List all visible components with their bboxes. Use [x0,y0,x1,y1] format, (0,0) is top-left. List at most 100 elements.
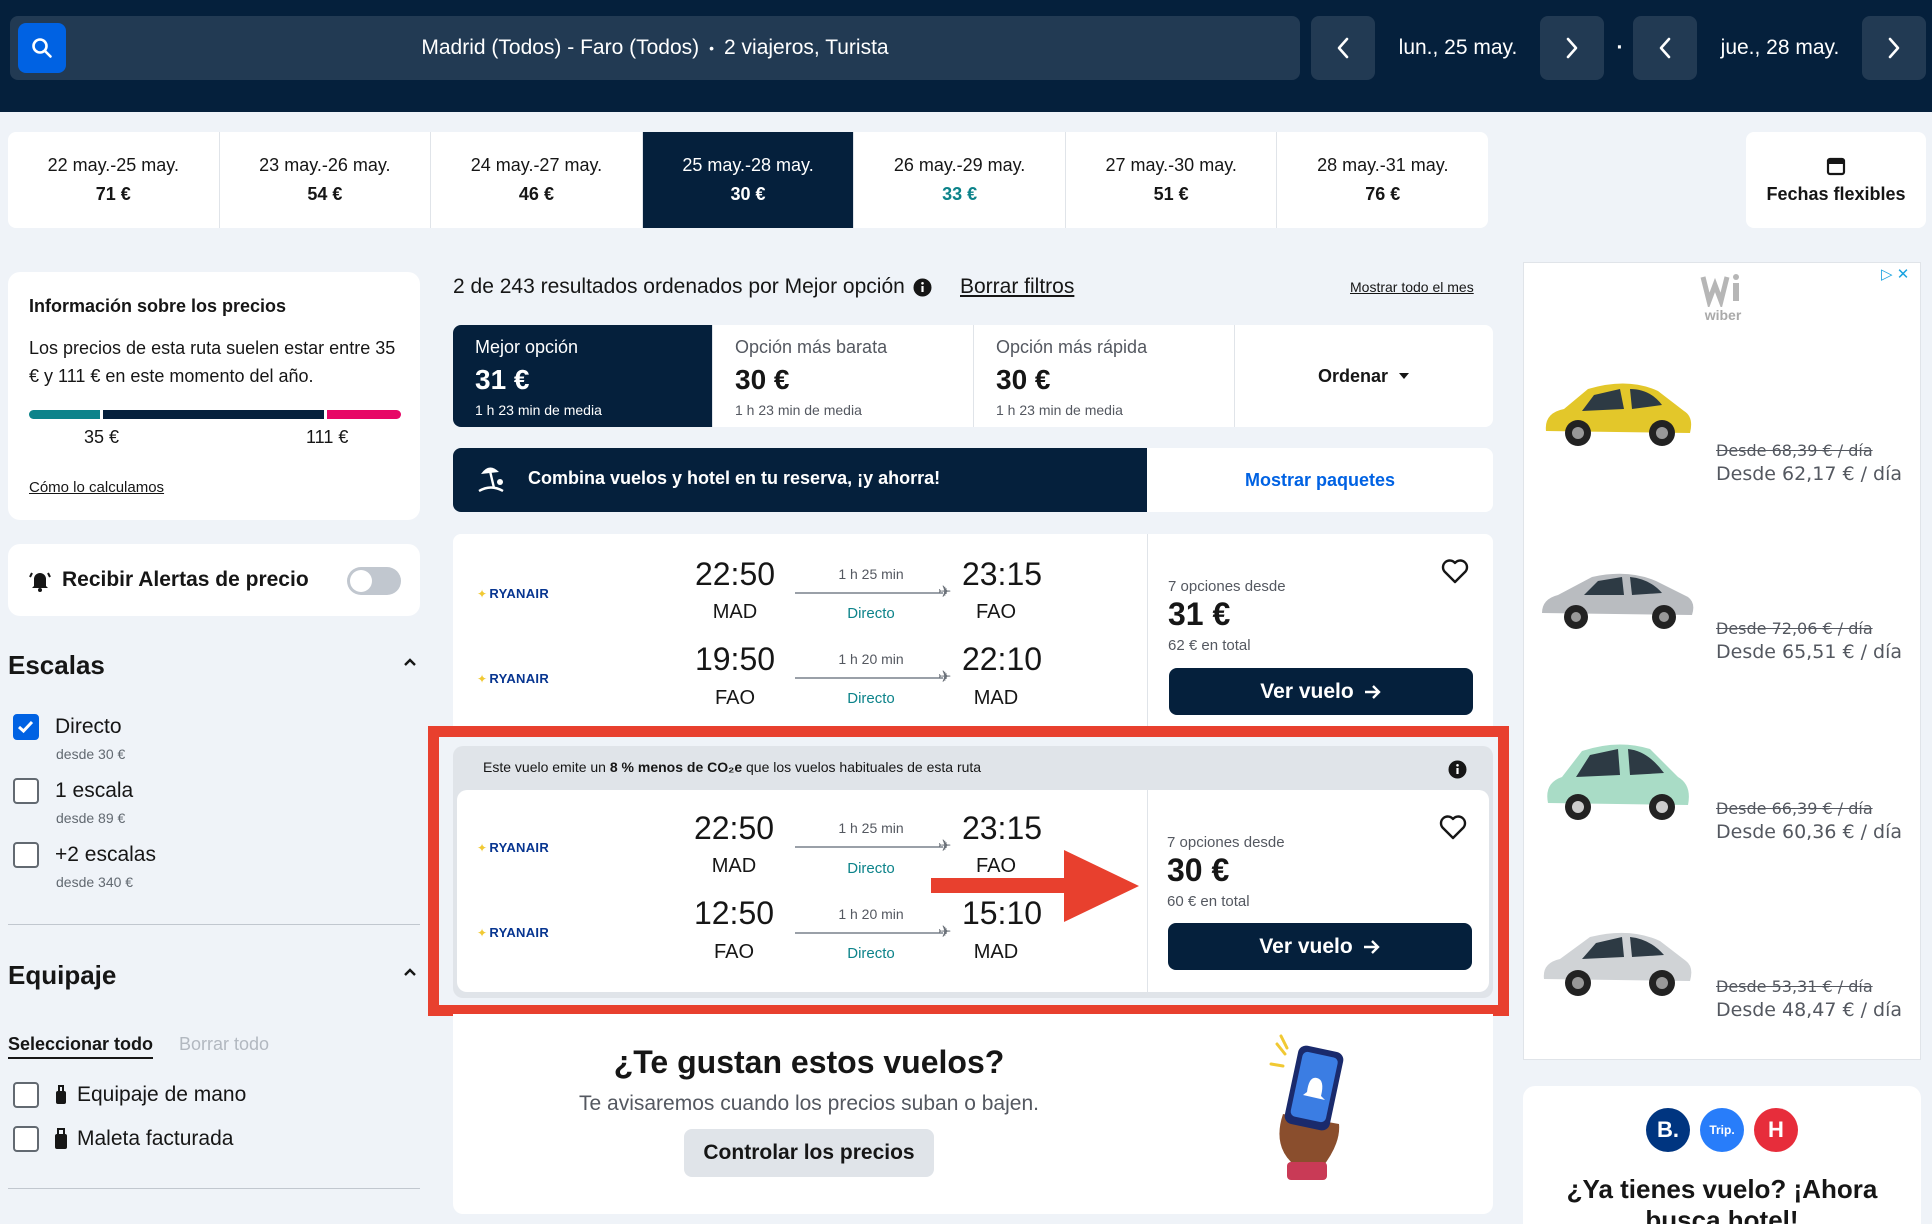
trip-logo: Trip. [1700,1108,1744,1152]
search-summary: Madrid (Todos) - Faro (Todos) • 2 viajer… [10,16,1300,80]
arrow-right-icon [1364,684,1381,699]
car-rental-ad[interactable]: ▷ ✕ wiber Desde 68,39 € / día Desde 62,1… [1523,262,1921,1060]
date-tab[interactable]: 26 may.-29 may. 33 € [854,132,1066,228]
hotel-promo-card[interactable]: B. Trip. H ¿Ya tienes vuelo? ¡Ahora busc… [1523,1086,1921,1224]
price-info-text: Los precios de esta ruta suelen estar en… [29,338,396,386]
caret-down-icon [1399,373,1410,379]
arrival-airport: FAO [975,855,1016,877]
date-tab-selected[interactable]: 25 may.-28 may. 30 € [642,132,855,228]
harp-icon: ✦ [477,586,488,601]
eco-message: Este vuelo emite un 8 % menos de CO₂e qu… [483,759,981,775]
carry-on-checkbox[interactable] [13,1082,39,1108]
track-prices-button[interactable]: Controlar los precios [684,1129,934,1177]
chevron-right-icon [1888,37,1900,59]
sort-tab-duration: 1 h 23 min de media [735,402,862,418]
options-from: 7 opciones desde [1168,578,1286,595]
sort-tab-best[interactable]: Mejor opción 31 € 1 h 23 min de media [453,325,713,427]
sort-tab-cheapest[interactable]: Opción más barata 30 € 1 h 23 min de med… [713,325,974,427]
flight-stops: Directo [847,605,895,622]
car-new-price: Desde 48,47 € / día [1716,999,1902,1021]
depart-date[interactable]: lun., 25 may. [1383,16,1533,80]
search-summary-box[interactable]: Madrid (Todos) - Faro (Todos) • 2 viajer… [10,16,1300,80]
price-range-low: 35 € [84,427,120,447]
car-image [1545,383,1692,446]
flight-result-card[interactable]: ✦ RYANAIR 22:50 MAD 1 h 25 min ✈ Directo … [457,790,1489,992]
date-range: 23 may.-26 may. [259,155,391,175]
price-alert-promo-text: Te avisaremos cuando los precios suban o… [579,1092,1039,1115]
total-price: 60 € en total [1167,893,1250,910]
heart-icon[interactable] [1441,558,1469,584]
depart-prev-button[interactable] [1311,16,1375,80]
airline-name: RYANAIR [489,925,550,940]
flight-line [795,846,943,848]
flight-line [795,932,943,934]
calendar-icon [1826,157,1846,175]
show-packages-button[interactable]: Mostrar paquetes [1147,448,1493,512]
car-old-price: Desde 72,06 € / día [1716,619,1873,638]
stops-one-checkbox[interactable] [13,778,39,804]
stops-two-plus-checkbox[interactable] [13,842,39,868]
view-flight-button[interactable]: Ver vuelo [1169,668,1473,715]
stops-option-label: Directo [55,715,122,738]
hotel-promo-title: ¿Ya tienes vuelo? ¡Ahora busca hotel! [1566,1174,1878,1224]
airline-logo: ✦ RYANAIR [477,586,549,601]
date-tab[interactable]: 22 may.-25 may. 71 € [8,132,220,228]
info-icon[interactable] [1448,760,1467,779]
eco-message-text: Este vuelo emite un [483,759,610,775]
stops-title: Escalas [8,650,105,680]
select-all-link[interactable]: Seleccionar todo [8,1034,154,1059]
view-flight-label: Ver vuelo [1260,679,1354,703]
ad-brand: wiber [1704,307,1742,323]
date-tab[interactable]: 24 may.-27 may. 46 € [431,132,643,228]
booking-logo: B. [1646,1108,1690,1152]
baggage-title: Equipaje [8,960,117,990]
date-tab[interactable]: 28 may.-31 may. 76 € [1277,132,1488,228]
heart-icon[interactable] [1439,814,1467,840]
sort-dropdown[interactable]: Ordenar [1235,325,1493,427]
return-prev-button[interactable] [1633,16,1697,80]
price-alert-promo-title: ¿Te gustan estos vuelos? [613,1044,1005,1080]
how-we-calculate-link[interactable]: Cómo lo calculamos [29,479,164,496]
date-tab[interactable]: 27 may.-30 may. 51 € [1066,132,1278,228]
chevron-up-icon[interactable] [402,966,418,978]
date-range: 22 may.-25 may. [47,155,179,175]
beach-icon [478,467,504,493]
view-flight-button[interactable]: Ver vuelo [1168,923,1472,970]
adchoices-icon[interactable]: ▷ ✕ [1881,265,1909,283]
date-price: 54 € [307,184,343,204]
carry-on-bag-icon [56,1085,66,1104]
flight-stops: Directo [847,860,895,877]
airline-name: RYANAIR [489,586,550,601]
return-next-button[interactable] [1862,16,1926,80]
sort-tab-price: 30 € [735,364,790,395]
info-icon[interactable] [913,278,932,297]
checked-bag-checkbox[interactable] [13,1126,39,1152]
eco-flight-card: Este vuelo emite un 8 % menos de CO₂e qu… [453,746,1493,998]
depart-next-button[interactable] [1540,16,1604,80]
sort-tab-fastest[interactable]: Opción más rápida 30 € 1 h 23 min de med… [974,325,1235,427]
baggage-option-label: Equipaje de mano [77,1083,247,1106]
airline-logo: ✦ RYANAIR [477,840,549,855]
top-search-bar: Madrid (Todos) - Faro (Todos) • 2 viajer… [0,0,1932,112]
stops-directo-checkbox[interactable] [13,714,39,740]
chevron-up-icon[interactable] [402,656,418,668]
departure-airport: FAO [714,687,755,709]
return-date[interactable]: jue., 28 may. [1705,16,1855,80]
flexible-dates-button[interactable]: Fechas flexibles [1746,132,1926,228]
clear-all-link[interactable]: Borrar todo [179,1034,269,1055]
hotels-logo: H [1754,1108,1798,1152]
price-alert-toggle[interactable] [347,567,401,595]
package-promo-banner: Combina vuelos y hotel en tu reserva, ¡y… [453,448,1493,512]
stops-option-label: 1 escala [55,779,134,802]
date-tab[interactable]: 23 may.-26 may. 54 € [220,132,432,228]
flight-result-card[interactable]: ✦ RYANAIR 22:50 MAD 1 h 25 min ✈ Directo … [453,534,1493,734]
flight-stops: Directo [847,945,895,962]
show-month-link[interactable]: Mostrar todo el mes [1350,279,1474,295]
departure-time: 19:50 [694,641,776,677]
harp-icon: ✦ [477,840,488,855]
sort-tab-label: Mejor opción [475,337,579,357]
date-separator: · [1616,36,1624,59]
clear-filters-link[interactable]: Borrar filtros [960,275,1074,299]
package-promo-left: Combina vuelos y hotel en tu reserva, ¡y… [453,448,1147,512]
flight-duration: 1 h 25 min [838,566,904,582]
